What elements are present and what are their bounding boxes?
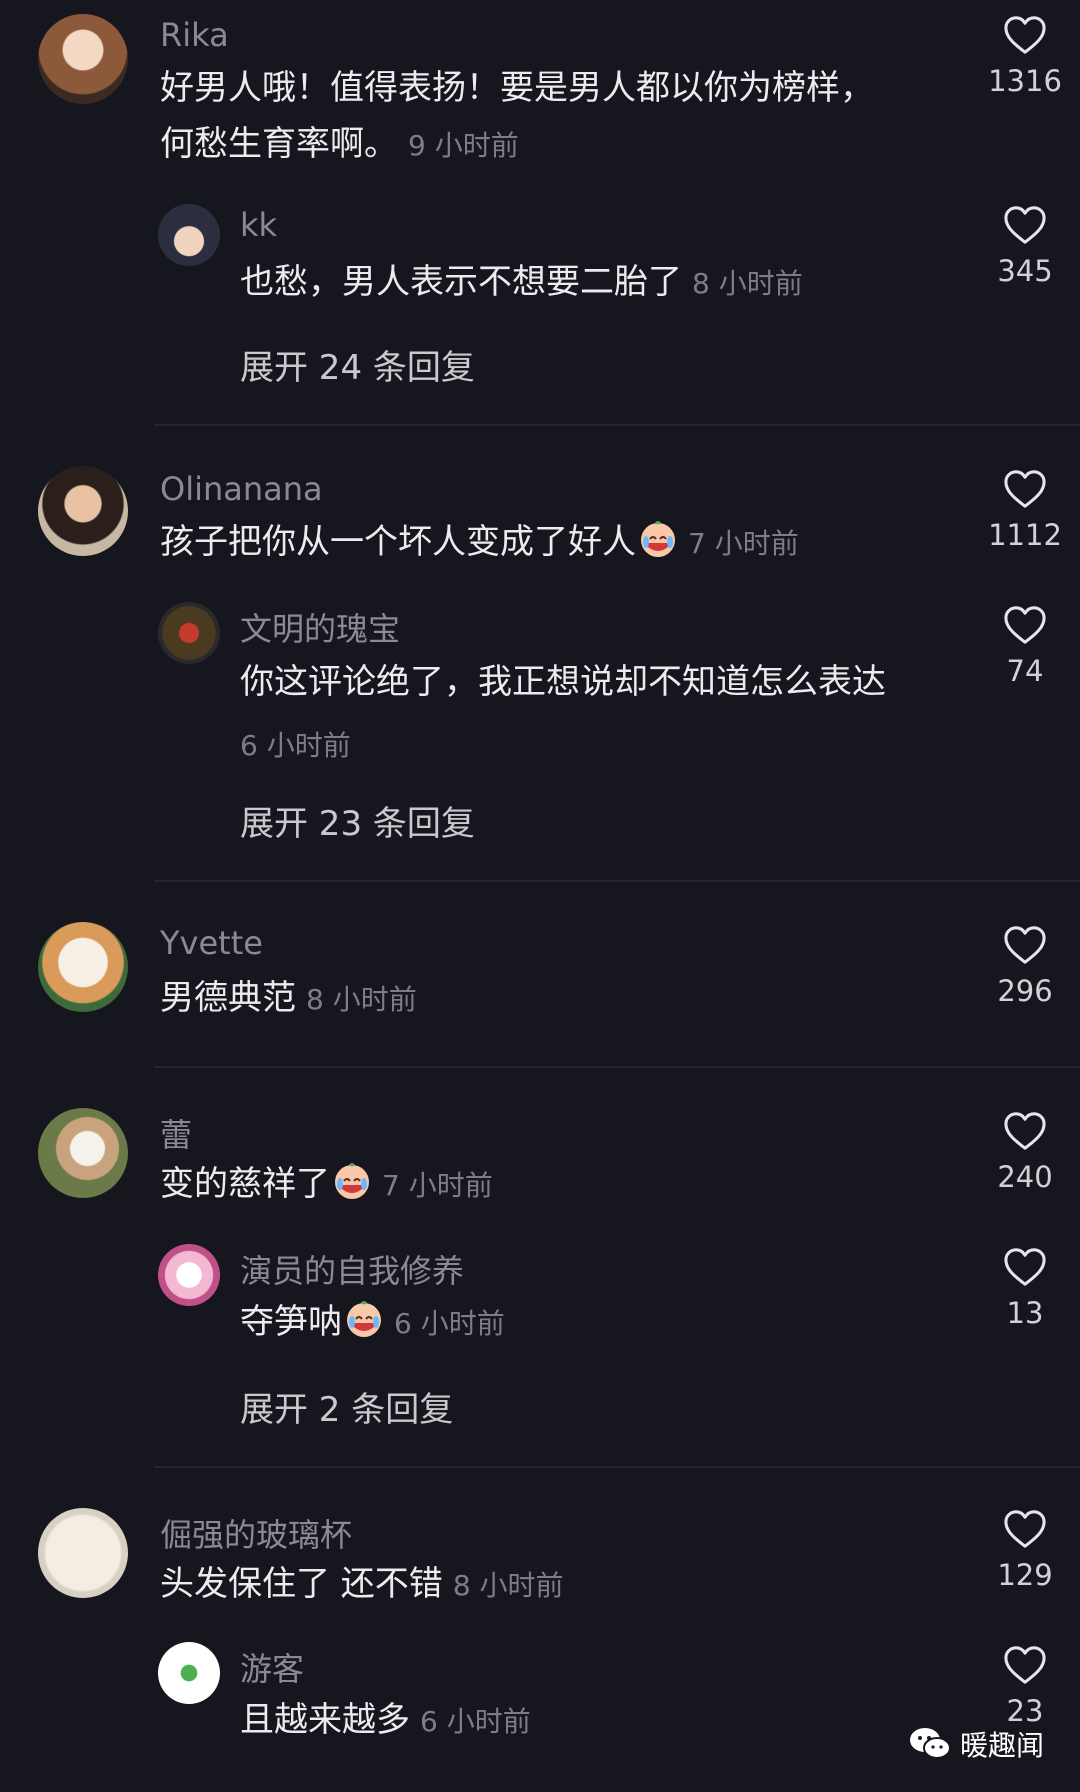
username[interactable]: 游客 — [240, 1644, 304, 1690]
timestamp: 8 小时前 — [306, 983, 417, 1016]
avatar[interactable] — [158, 1244, 220, 1306]
heart-outline-icon — [1002, 1110, 1048, 1152]
divider — [154, 880, 1080, 882]
like-button[interactable]: 345 — [970, 204, 1080, 288]
timestamp: 8 小时前 — [452, 1569, 564, 1602]
timestamp: 8 小时前 — [692, 267, 803, 300]
reply-text: 且越来越多 6 小时前 — [240, 1700, 531, 1740]
expand-replies-button[interactable]: 展开 23 条回复 — [240, 796, 475, 845]
avatar[interactable] — [38, 1508, 128, 1598]
reply-text: 也愁，男人表示不想要二胎了 8 小时前 — [240, 262, 803, 302]
heart-outline-icon — [1002, 468, 1048, 510]
username[interactable]: 倔强的玻璃杯 — [160, 1510, 352, 1556]
like-button[interactable]: 129 — [970, 1508, 1080, 1592]
timestamp: 9 小时前 — [408, 129, 519, 162]
username[interactable]: 文明的瑰宝 — [240, 604, 400, 650]
timestamp: 6 小时前 — [240, 729, 351, 762]
heart-outline-icon — [1002, 1246, 1048, 1288]
username[interactable]: Rika — [160, 16, 229, 54]
timestamp: 7 小时前 — [688, 527, 799, 560]
avatar[interactable] — [38, 466, 128, 556]
avatar[interactable] — [158, 204, 220, 266]
like-count: 23 — [1006, 1694, 1044, 1728]
like-count: 129 — [997, 1558, 1053, 1592]
avatar[interactable] — [38, 14, 128, 104]
like-count: 74 — [1006, 654, 1044, 688]
like-button[interactable]: 13 — [970, 1246, 1080, 1330]
username[interactable]: Yvette — [160, 924, 263, 962]
like-button[interactable]: 240 — [970, 1110, 1080, 1194]
username[interactable]: 蕾 — [160, 1110, 192, 1156]
comment-text: 孩子把你从一个坏人变成了好人 7 小时前 — [160, 514, 799, 572]
reply-text: 夺笋呐 6 小时前 — [240, 1294, 505, 1352]
like-count: 240 — [997, 1160, 1053, 1194]
username[interactable]: kk — [240, 206, 277, 244]
like-count: 345 — [997, 254, 1053, 288]
comment-text: 变的慈祥了 7 小时前 — [160, 1156, 493, 1214]
heart-outline-icon — [1002, 604, 1048, 646]
crying-laughing-emoji-icon — [638, 519, 678, 559]
avatar[interactable] — [158, 1642, 220, 1704]
reply-text: 你这评论绝了，我正想说却不知道怎么表达 — [240, 662, 886, 702]
avatar[interactable] — [158, 602, 220, 664]
timestamp: 6 小时前 — [394, 1307, 505, 1340]
avatar[interactable] — [38, 922, 128, 1012]
heart-outline-icon — [1002, 1644, 1048, 1686]
watermark: 暖趣闻 — [908, 1724, 1044, 1764]
divider — [154, 1066, 1080, 1068]
like-button[interactable]: 296 — [970, 924, 1080, 1008]
like-button[interactable]: 23 — [970, 1644, 1080, 1728]
username[interactable]: 演员的自我修养 — [240, 1246, 464, 1292]
username[interactable]: Olinanana — [160, 470, 323, 508]
heart-outline-icon — [1002, 924, 1048, 966]
comment-text: 好男人哦！值得表扬！要是男人都以你为榜样， 何愁生育率啊。 9 小时前 — [160, 68, 874, 164]
like-count: 13 — [1006, 1296, 1044, 1330]
like-button[interactable]: 74 — [970, 604, 1080, 688]
wechat-icon — [909, 1728, 951, 1759]
comment-text: 头发保住了 还不错 8 小时前 — [160, 1564, 564, 1604]
heart-outline-icon — [1002, 14, 1048, 56]
comment-text: 男德典范 8 小时前 — [160, 978, 417, 1018]
watermark-text: 暖趣闻 — [959, 1729, 1044, 1762]
avatar[interactable] — [38, 1108, 128, 1198]
crying-laughing-emoji-icon — [332, 1161, 372, 1201]
heart-outline-icon — [1002, 1508, 1048, 1550]
divider — [154, 424, 1080, 426]
like-count: 1316 — [988, 64, 1062, 98]
like-count: 296 — [997, 974, 1053, 1008]
expand-replies-button[interactable]: 展开 2 条回复 — [240, 1382, 453, 1431]
divider — [154, 1466, 1080, 1468]
like-button[interactable]: 1316 — [970, 14, 1080, 98]
like-button[interactable]: 1112 — [970, 468, 1080, 552]
like-count: 1112 — [988, 518, 1062, 552]
expand-replies-button[interactable]: 展开 24 条回复 — [240, 340, 475, 389]
crying-laughing-emoji-icon — [344, 1299, 384, 1339]
timestamp: 6 小时前 — [420, 1705, 531, 1738]
timestamp: 7 小时前 — [382, 1169, 493, 1202]
heart-outline-icon — [1002, 204, 1048, 246]
